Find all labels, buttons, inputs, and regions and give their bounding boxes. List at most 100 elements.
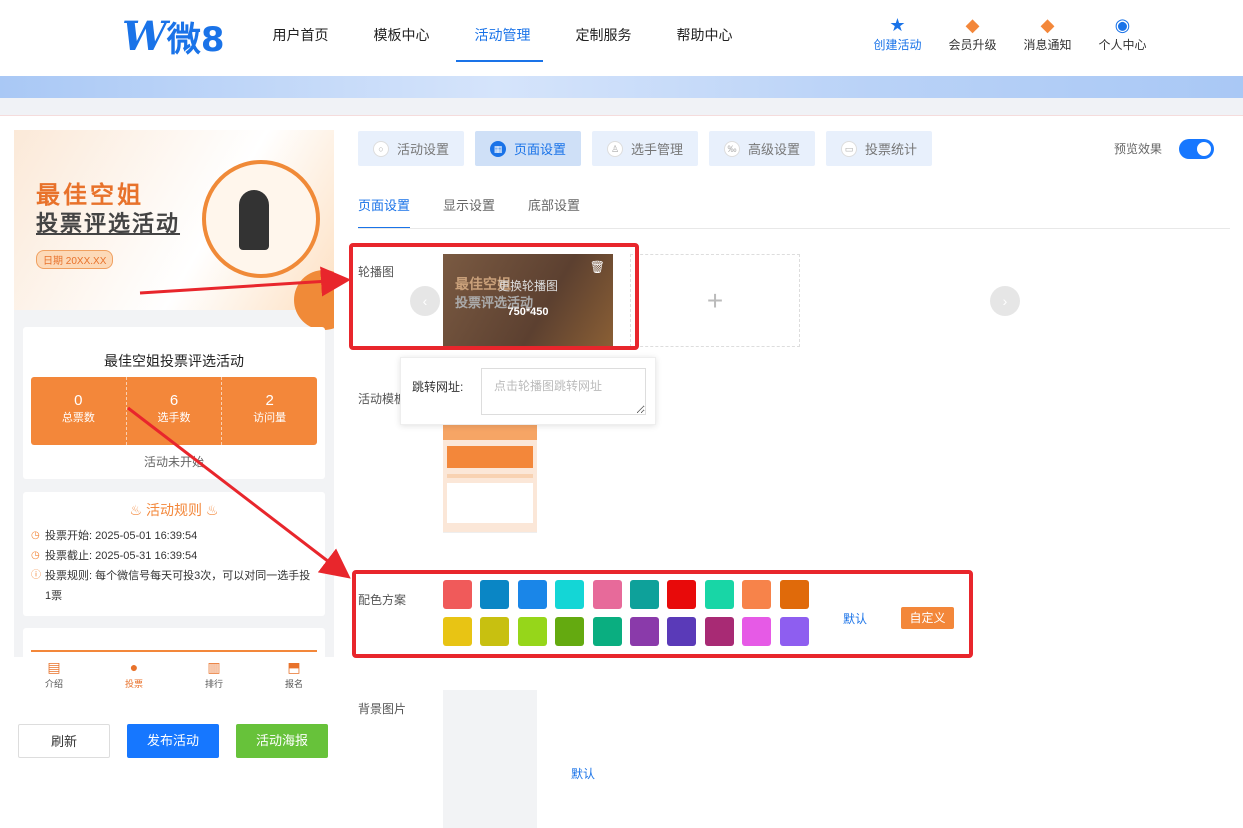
subtab-display-settings[interactable]: 显示设置 bbox=[443, 195, 495, 229]
card-accent-bar bbox=[31, 650, 317, 652]
link-label: 跳转网址: bbox=[412, 380, 464, 394]
top-nav-bar: W 微8 用户首页 模板中心 活动管理 定制服务 帮助中心 ★ 创建活动 ◆ 会… bbox=[0, 0, 1243, 76]
color-swatch[interactable] bbox=[517, 580, 547, 609]
background-image[interactable] bbox=[443, 690, 537, 828]
page-icon: ▦ bbox=[489, 140, 506, 157]
logo-mark: W bbox=[122, 12, 167, 60]
nav-item-custom-service[interactable]: 定制服务 bbox=[553, 0, 654, 60]
color-custom-button[interactable]: 自定义 bbox=[901, 607, 954, 629]
color-swatch[interactable] bbox=[704, 580, 734, 609]
link-url-input[interactable] bbox=[481, 368, 646, 415]
color-swatch[interactable] bbox=[555, 580, 585, 609]
color-default-button[interactable]: 默认 bbox=[843, 610, 867, 627]
notifications-button[interactable]: ◆ 消息通知 bbox=[1010, 14, 1085, 53]
preview-toggle[interactable] bbox=[1179, 139, 1214, 159]
color-swatch[interactable] bbox=[592, 580, 622, 609]
poster-title-line1: 最佳空姐 bbox=[36, 180, 144, 209]
tab-player-manage[interactable]: ♙ 选手管理 bbox=[592, 131, 698, 166]
color-swatch[interactable] bbox=[667, 617, 697, 646]
player-icon: ♙ bbox=[606, 140, 623, 157]
rule-label: 投票截止: bbox=[45, 550, 93, 562]
color-swatch[interactable] bbox=[630, 617, 659, 646]
clock-icon: ◷ bbox=[31, 530, 40, 541]
member-upgrade-button[interactable]: ◆ 会员升级 bbox=[935, 14, 1010, 53]
activity-poster-button[interactable]: 活动海报 bbox=[236, 724, 328, 758]
link-popover: 跳转网址: bbox=[400, 357, 656, 425]
main-nav: 用户首页 模板中心 活动管理 定制服务 帮助中心 bbox=[250, 0, 755, 62]
template-thumbnail[interactable] bbox=[443, 422, 537, 546]
tab-signup[interactable]: ⬒ 报名 bbox=[254, 657, 334, 697]
background-default-button[interactable]: 默认 bbox=[571, 765, 595, 782]
subtab-page-settings[interactable]: 页面设置 bbox=[358, 195, 411, 229]
color-swatch[interactable] bbox=[704, 617, 734, 646]
nav-item-activity-manage[interactable]: 活动管理 bbox=[452, 0, 553, 62]
personal-center-label: 个人中心 bbox=[1098, 38, 1147, 52]
rules-title: ♨ 活动规则 ♨ bbox=[129, 502, 219, 518]
settings-icon: ○ bbox=[372, 140, 389, 157]
stat-visits: 2 访问量 bbox=[222, 377, 317, 445]
color-swatch[interactable] bbox=[443, 580, 472, 609]
color-swatch[interactable] bbox=[555, 617, 585, 646]
activity-summary-card: 最佳空姐投票评选活动 0 总票数 6 选手数 2 访问量 活动未开始 bbox=[23, 327, 325, 479]
create-activity-button[interactable]: ★ 创建活动 bbox=[860, 14, 935, 53]
tab-activity-settings[interactable]: ○ 活动设置 bbox=[358, 131, 464, 166]
color-swatch[interactable] bbox=[742, 580, 772, 609]
tab-vote[interactable]: ● 投票 bbox=[94, 657, 174, 697]
carousel-next-button[interactable]: › bbox=[990, 286, 1020, 316]
header-band bbox=[0, 98, 1243, 116]
poster-decoration bbox=[294, 270, 334, 330]
diamond-icon: ◆ bbox=[965, 15, 980, 35]
advanced-icon: ‰ bbox=[723, 140, 740, 157]
bell-icon: ◆ bbox=[1040, 15, 1055, 35]
tab-advanced-settings[interactable]: ‰ 高级设置 bbox=[709, 131, 815, 166]
logo-text: 微8 bbox=[166, 19, 225, 60]
stat-label: 总票数 bbox=[61, 412, 95, 424]
header-banner bbox=[0, 76, 1243, 98]
replace-carousel-label[interactable]: 更换轮播图 bbox=[443, 277, 613, 294]
nav-item-help[interactable]: 帮助中心 bbox=[654, 0, 755, 60]
subtab-footer-settings[interactable]: 底部设置 bbox=[528, 195, 580, 229]
carousel-image[interactable]: 最佳空姐 投票评选活动 更换轮播图 750*450 🗑 bbox=[443, 254, 613, 346]
tab-vote-stats[interactable]: ▭ 投票统计 bbox=[826, 131, 932, 166]
color-scheme-label: 配色方案 bbox=[358, 593, 407, 607]
stat-value: 0 bbox=[74, 392, 83, 409]
nav-item-home[interactable]: 用户首页 bbox=[250, 0, 351, 60]
stat-label: 访问量 bbox=[253, 412, 287, 424]
logo[interactable]: W 微8 bbox=[122, 12, 225, 60]
activity-title: 最佳空姐投票评选活动 bbox=[104, 353, 244, 369]
subtab-divider bbox=[358, 228, 1230, 229]
stat-players: 6 选手数 bbox=[127, 377, 223, 445]
add-carousel-button[interactable]: + bbox=[630, 254, 800, 347]
activity-poster: 最佳空姐 投票评选活动 日期 20XX.XX bbox=[14, 130, 334, 330]
personal-center-button[interactable]: ◉ 个人中心 bbox=[1085, 14, 1160, 53]
tab-label: 排行 bbox=[204, 679, 223, 689]
activity-status: 活动未开始 bbox=[143, 455, 204, 469]
info-icon: ⓘ bbox=[31, 570, 41, 581]
color-swatch[interactable] bbox=[742, 617, 772, 646]
color-swatch[interactable] bbox=[630, 580, 659, 609]
color-swatch[interactable] bbox=[667, 580, 697, 609]
star-icon: ★ bbox=[889, 15, 906, 35]
refresh-button[interactable]: 刷新 bbox=[18, 724, 110, 758]
carousel-label: 轮播图 bbox=[358, 265, 395, 279]
nav-item-templates[interactable]: 模板中心 bbox=[351, 0, 452, 60]
color-swatch[interactable] bbox=[443, 617, 472, 646]
trash-icon[interactable]: 🗑 bbox=[590, 260, 605, 274]
tab-rank[interactable]: ▥ 排行 bbox=[174, 657, 254, 697]
color-swatch[interactable] bbox=[779, 580, 809, 609]
template-label: 活动模板 bbox=[358, 392, 407, 406]
tab-label: 选手管理 bbox=[630, 142, 683, 157]
stat-value: 6 bbox=[169, 392, 179, 409]
color-swatch[interactable] bbox=[779, 617, 809, 646]
color-swatch[interactable] bbox=[517, 617, 547, 646]
carousel-prev-button[interactable]: ‹ bbox=[410, 286, 440, 316]
publish-activity-button[interactable]: 发布活动 bbox=[127, 724, 219, 758]
signup-icon: ⬒ bbox=[287, 659, 301, 675]
tab-page-settings[interactable]: ▦ 页面设置 bbox=[475, 131, 581, 166]
color-swatch[interactable] bbox=[480, 580, 510, 609]
tab-label: 活动设置 bbox=[396, 142, 449, 157]
color-swatch[interactable] bbox=[480, 617, 510, 646]
tab-intro[interactable]: ▤ 介绍 bbox=[14, 657, 94, 697]
tab-label: 报名 bbox=[284, 679, 303, 689]
color-swatch[interactable] bbox=[592, 617, 622, 646]
